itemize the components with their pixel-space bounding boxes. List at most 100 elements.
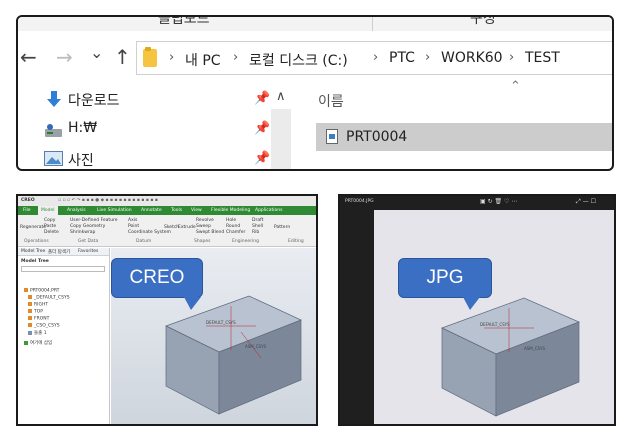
ribbon-strip: 클립보드 구성 (18, 17, 612, 31)
clipboard-group-label: 클립보드 (158, 15, 210, 27)
csys-icon (28, 295, 32, 299)
viewer-toolbar-icons[interactable]: ▣ ↻ 🗑 ♡ ⋯ (480, 198, 517, 205)
address-bar[interactable]: › 내 PC › 로컬 디스크 (C:) › PTC › WORK60 › TE… (136, 41, 612, 75)
ribbon-axis[interactable]: Axis (128, 218, 137, 223)
sidebar-item-pictures[interactable]: 사진 📌 (42, 147, 272, 169)
tree-item-right[interactable]: RIGHT (28, 302, 48, 308)
ribbon-shell[interactable]: Shell (252, 224, 263, 229)
scroll-up-icon[interactable]: ∧ (276, 89, 286, 104)
jpg-viewer-screenshot: PRT0004.JPG ▣ ↻ 🗑 ♡ ⋯ ⤢ — ☐ DEFAULT_CSYS… (338, 194, 616, 426)
chevron-right-icon: › (373, 50, 379, 65)
tab-applications[interactable]: Applications (252, 206, 286, 215)
ribbon-extrude[interactable]: Extrude (178, 225, 196, 230)
sort-chevron-icon[interactable]: ⌃ (510, 79, 521, 94)
ribbon-copy[interactable]: Copy (44, 218, 55, 223)
datum-plane-icon (28, 309, 32, 313)
tab-file[interactable]: File (20, 206, 34, 215)
model-tree-pane: Model Tree 폴더 탐색기 Favorites Model Tree P… (18, 248, 110, 424)
chevron-right-icon: › (425, 50, 431, 65)
ribbon-chamfer[interactable]: Chamfer (226, 230, 245, 235)
sidebar-item-downloads[interactable]: 다운로드 📌 (42, 87, 272, 113)
part-icon (24, 288, 28, 292)
pin-icon[interactable]: 📌 (254, 151, 270, 166)
tab-view[interactable]: View (188, 206, 205, 215)
forward-arrow-icon[interactable]: → (56, 45, 73, 69)
quick-access-toolbar-icon[interactable]: ▫ ▫ ▫ ↶ ↷ ▪ ▪ ▪ ● ◆ ▪ ▪ ▪ ▪ ▪ ▪ ▪ ▪ ▪ ▪ … (58, 198, 158, 203)
photo-viewer-title: PRT0004.JPG (345, 199, 374, 204)
tree-item-root[interactable]: PRT0004.PRT (24, 288, 59, 294)
ribbon-round[interactable]: Round (226, 224, 240, 229)
group-engineering: Engineering (232, 239, 259, 244)
file-explorer-window: 클립보드 구성 ← → ⌄ ↑ › 내 PC › 로컬 디스크 (C:) › P… (16, 15, 614, 171)
pin-icon[interactable]: 📌 (254, 91, 270, 106)
group-operations: Operations (24, 239, 49, 244)
creo-tab-bar: File Model Analysis Live Simulation Anno… (18, 206, 316, 215)
tree-item-default-csys[interactable]: _DEFAULT_CSYS (28, 295, 70, 301)
tab-analysis[interactable]: Analysis (64, 206, 89, 215)
ribbon-delete[interactable]: Delete (44, 230, 59, 235)
tab-tools[interactable]: Tools (168, 206, 185, 215)
tab-model[interactable]: Model (38, 206, 58, 215)
breadcrumb-local-disk[interactable]: 로컬 디스크 (C:) (249, 50, 348, 70)
folder-icon (143, 47, 157, 67)
tab-annotate[interactable]: Annotate (138, 206, 165, 215)
extrude-icon (28, 330, 32, 335)
tab-folder-browser[interactable]: 폴더 탐색기 (48, 249, 70, 255)
tree-item-top[interactable]: TOP (28, 309, 43, 315)
group-datum: Datum (136, 239, 152, 244)
csys-icon (28, 323, 32, 327)
ribbon-user-defined-feature[interactable]: User-Defined Feature (70, 218, 118, 223)
column-header-name[interactable]: 이름 (318, 91, 344, 111)
up-arrow-icon[interactable]: ↑ (114, 45, 131, 69)
ribbon-sweep[interactable]: Sweep (196, 224, 211, 229)
drive-icon (45, 124, 62, 137)
download-icon (47, 91, 61, 107)
ribbon-regenerate[interactable]: Regenerate (20, 225, 46, 230)
datum-plane-icon (28, 302, 32, 306)
tree-item-cso-csys[interactable]: _CSO_CSYS (28, 323, 60, 329)
tab-flexible-modeling[interactable]: Flexible Modeling (208, 206, 253, 215)
window-controls-icon[interactable]: ⤢ — ☐ (576, 198, 596, 206)
recent-locations-chevron-icon[interactable]: ⌄ (90, 43, 103, 62)
ribbon-sketch[interactable]: Sketch (164, 225, 179, 230)
pin-icon[interactable]: 📌 (254, 121, 270, 136)
photo-viewer-title-bar: PRT0004.JPG ▣ ↻ 🗑 ♡ ⋯ ⤢ — ☐ (340, 196, 614, 208)
tree-item-insert-here[interactable]: 여기에 삽입 (24, 340, 52, 346)
ribbon-copy-geometry[interactable]: Copy Geometry (70, 224, 105, 229)
sidebar-item-label: 사진 (68, 153, 94, 169)
jpg-image-area: DEFAULT_CSYS ASM_CSYS (374, 210, 614, 424)
creo-part-file-icon (326, 129, 338, 144)
breadcrumb-this-pc[interactable]: 내 PC (185, 50, 221, 70)
breadcrumb-test[interactable]: TEST (525, 50, 560, 66)
breadcrumb-ptc[interactable]: PTC (389, 50, 415, 66)
chevron-right-icon: › (233, 50, 239, 65)
creo-ribbon: Regenerate Copy Paste Delete User-Define… (18, 215, 316, 247)
breadcrumb-work60[interactable]: WORK60 (441, 50, 503, 66)
file-row-prt0004[interactable]: PRT0004 (316, 123, 612, 151)
pane-tab-strip: Model Tree 폴더 탐색기 Favorites (18, 248, 109, 256)
ribbon-pattern[interactable]: Pattern (274, 225, 290, 230)
tab-favorites[interactable]: Favorites (78, 249, 98, 254)
tab-live-simulation[interactable]: Live Simulation (94, 206, 135, 215)
ribbon-rib[interactable]: Rib (252, 230, 259, 235)
jpg-callout: JPG (398, 258, 492, 310)
sidebar-item-h-drive[interactable]: H:₩ 📌 (42, 117, 272, 143)
ribbon-paste[interactable]: Paste (44, 224, 56, 229)
ribbon-shrinkwrap[interactable]: Shrinkwrap (70, 230, 95, 235)
creo-title-bar: CREO ▫ ▫ ▫ ↶ ↷ ▪ ▪ ▪ ● ◆ ▪ ▪ ▪ ▪ ▪ ▪ ▪ ▪… (18, 196, 316, 206)
sidebar-scrollbar[interactable] (271, 109, 291, 169)
model-label-default-csys: DEFAULT_CSYS (206, 320, 236, 325)
ribbon-swept-blend[interactable]: Swept Blend (196, 230, 224, 235)
tree-search-input[interactable] (21, 266, 105, 272)
tree-item-front[interactable]: FRONT (28, 316, 49, 322)
creo-screenshot: CREO ▫ ▫ ▫ ↶ ↷ ▪ ▪ ▪ ● ◆ ▪ ▪ ▪ ▪ ▪ ▪ ▪ ▪… (16, 194, 318, 426)
ribbon-point[interactable]: Point (128, 224, 139, 229)
ribbon-hole[interactable]: Hole (226, 218, 236, 223)
tab-model-tree[interactable]: Model Tree (21, 249, 45, 254)
back-arrow-icon[interactable]: ← (20, 45, 37, 69)
tree-item-extrude[interactable]: 돌출 1 (28, 330, 47, 336)
file-name: PRT0004 (346, 129, 408, 145)
ribbon-coordinate-system[interactable]: Coordinate System (128, 230, 171, 235)
ribbon-revolve[interactable]: Revolve (196, 218, 214, 223)
ribbon-draft[interactable]: Draft (252, 218, 263, 223)
